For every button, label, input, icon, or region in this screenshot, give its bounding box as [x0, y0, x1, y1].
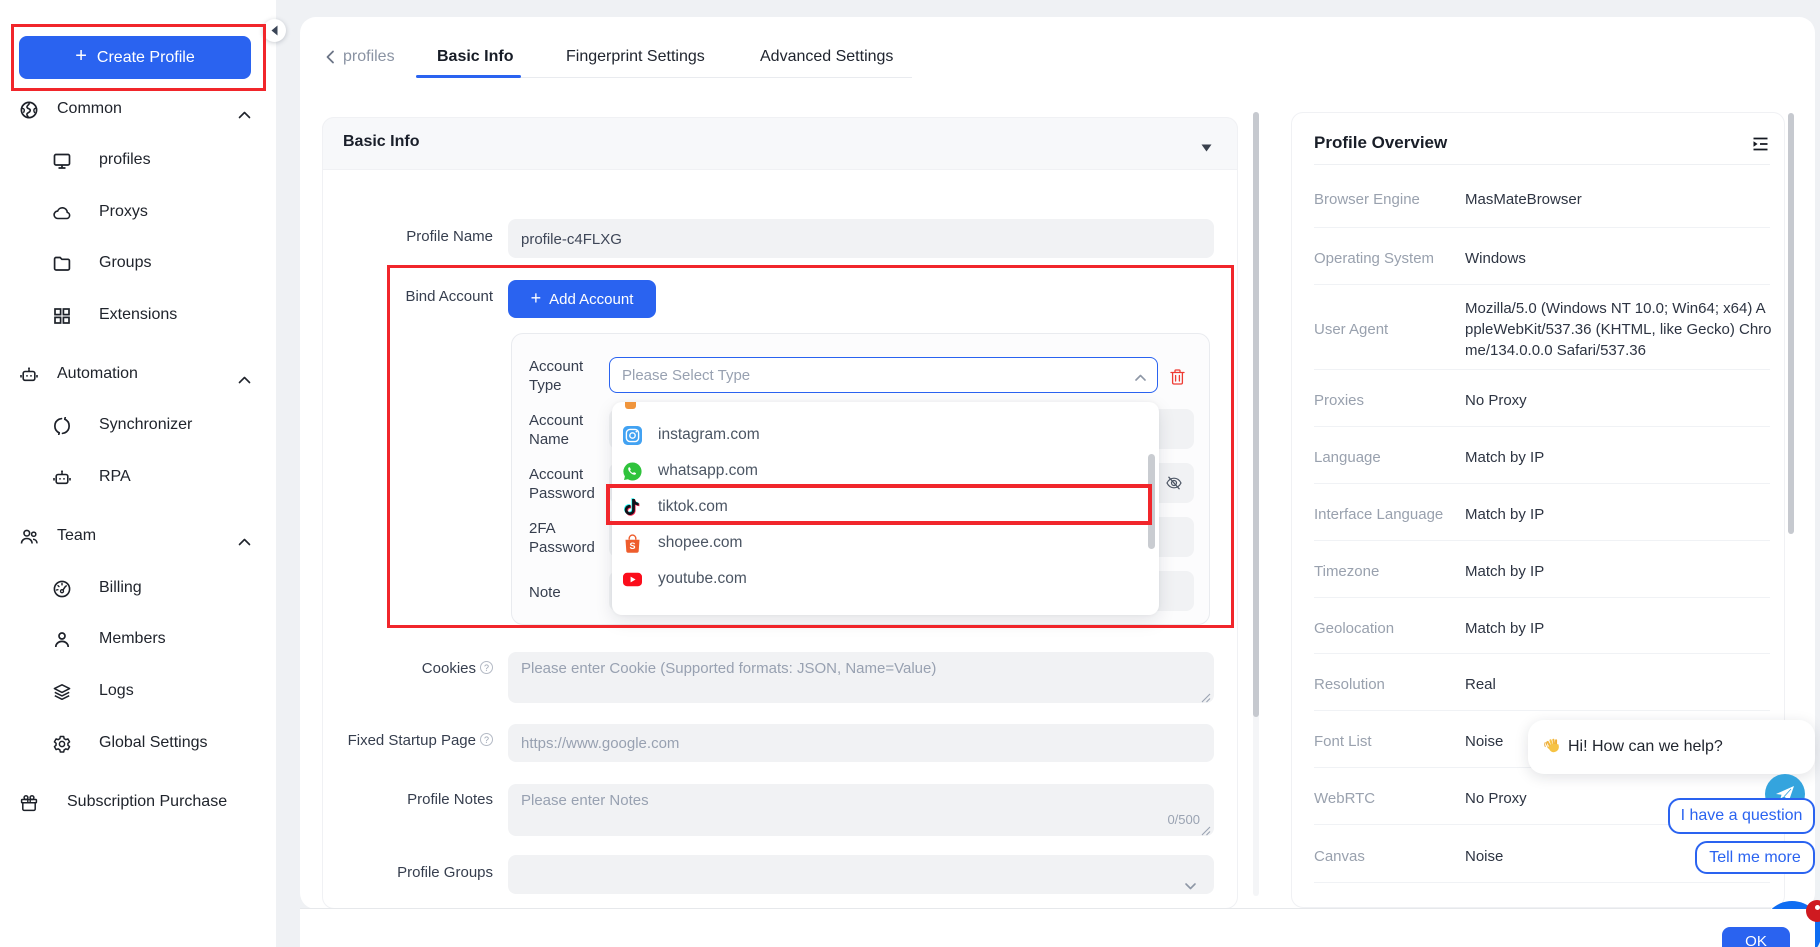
svg-text:S: S: [629, 541, 635, 551]
